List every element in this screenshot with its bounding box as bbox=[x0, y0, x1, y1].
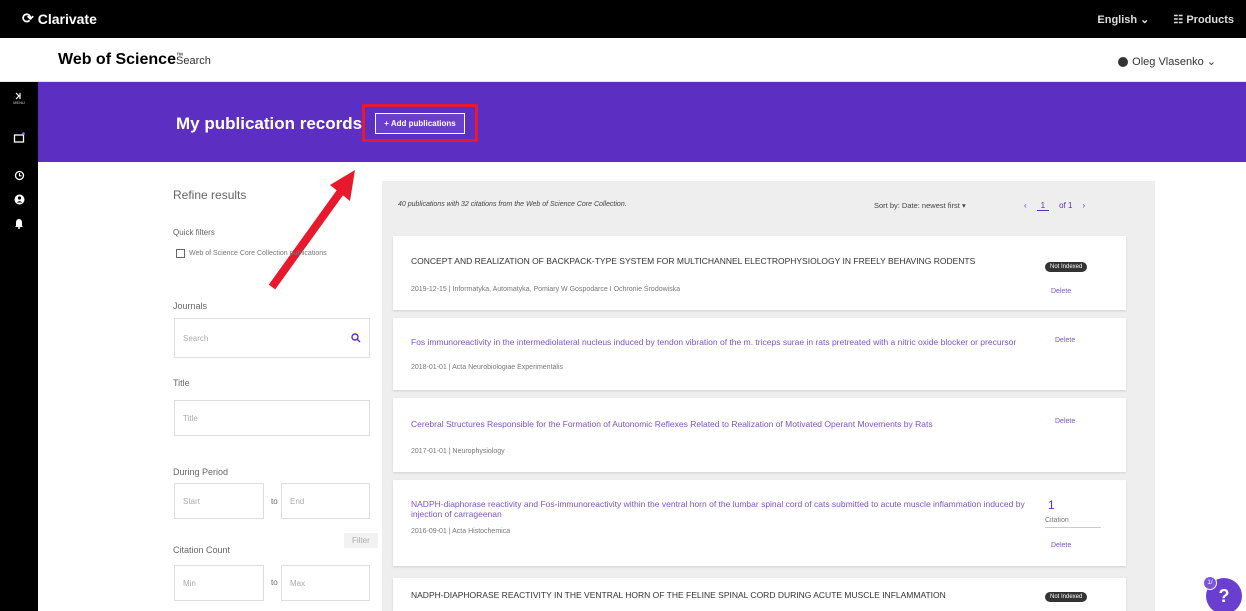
publication-title[interactable]: Fos immunoreactivity in the intermediola… bbox=[411, 337, 1051, 347]
clarivate-logo[interactable]: ⟳ Clarivate bbox=[22, 10, 97, 27]
results-summary: 40 publications with 32 citations from t… bbox=[398, 201, 627, 208]
publication-card: NADPH-diaphorase reactivity and Fos-immu… bbox=[393, 480, 1126, 566]
wos-logo[interactable]: Web of Science™ bbox=[58, 51, 183, 69]
top-bar: ⟳ Clarivate English ⌄ ☷ Products bbox=[0, 0, 1246, 38]
app-header: Web of Science™ Search Oleg Vlasenko ⌄ bbox=[0, 38, 1246, 82]
clarivate-mark-icon: ⟳ bbox=[22, 10, 34, 26]
publication-card: Cerebral Structures Responsible for the … bbox=[393, 398, 1126, 472]
publication-card: CONCEPT AND REALIZATION OF BACKPACK-TYPE… bbox=[393, 236, 1126, 310]
publication-card: Fos immunoreactivity in the intermediola… bbox=[393, 318, 1126, 390]
user-icon bbox=[1118, 56, 1129, 67]
search-icon[interactable] bbox=[351, 333, 361, 343]
citation-count-label: Citation Count bbox=[173, 545, 231, 555]
period-label: During Period bbox=[173, 467, 229, 477]
publication-meta: 2018-01-01 | Acta Neurobiologiae Experim… bbox=[411, 364, 564, 371]
folder-icon bbox=[13, 132, 25, 143]
history-icon bbox=[14, 170, 24, 181]
delete-button[interactable]: Delete bbox=[1055, 337, 1075, 344]
to-label: to bbox=[271, 578, 278, 587]
nav-search-link[interactable]: Search bbox=[176, 55, 211, 67]
menu-toggle-button[interactable]: MENU bbox=[0, 92, 38, 105]
citation-max-input[interactable]: Max bbox=[281, 565, 370, 601]
period-end-input[interactable]: End bbox=[281, 483, 370, 519]
delete-button[interactable]: Delete bbox=[1051, 288, 1071, 295]
citation-label: Citation bbox=[1045, 517, 1101, 528]
journals-search-input[interactable]: Search bbox=[174, 318, 370, 358]
wos-core-filter[interactable]: Web of Science Core Collection publicati… bbox=[176, 249, 327, 258]
delete-button[interactable]: Delete bbox=[1051, 542, 1071, 549]
add-publications-highlight: + Add publications bbox=[362, 104, 478, 142]
citation-count[interactable]: 1 bbox=[1048, 498, 1055, 512]
pagination: ‹ 1 of 1 › bbox=[1024, 201, 1085, 211]
alerts-rail-button[interactable] bbox=[0, 218, 38, 229]
profile-rail-button[interactable] bbox=[0, 194, 38, 205]
quick-filters-label: Quick filters bbox=[173, 228, 215, 237]
citation-min-input[interactable]: Min bbox=[174, 565, 264, 601]
publication-meta: 2017-01-01 | Neurophysiology bbox=[411, 448, 505, 455]
left-rail: MENU bbox=[0, 82, 38, 611]
refine-title: Refine results bbox=[173, 188, 247, 202]
page-input[interactable]: 1 bbox=[1036, 201, 1050, 211]
publications-rail-button[interactable] bbox=[0, 132, 38, 144]
publication-title[interactable]: Cerebral Structures Responsible for the … bbox=[411, 419, 1051, 429]
publication-card: NADPH-DIAPHORASE REACTIVITY IN THE VENTR… bbox=[393, 578, 1126, 611]
prev-page-button[interactable]: ‹ bbox=[1024, 201, 1027, 211]
page-banner: My publication records + Add publication… bbox=[38, 82, 1246, 162]
period-start-input[interactable]: Start bbox=[174, 483, 264, 519]
language-selector[interactable]: English ⌄ bbox=[1097, 13, 1149, 26]
title-label: Title bbox=[173, 378, 190, 388]
publication-title[interactable]: NADPH-DIAPHORASE REACTIVITY IN THE VENTR… bbox=[411, 590, 1051, 600]
publication-title[interactable]: NADPH-diaphorase reactivity and Fos-immu… bbox=[411, 499, 1051, 519]
publication-meta: 2019-12-15 | Informatyka, Automatyka, Po… bbox=[411, 286, 681, 293]
delete-button[interactable]: Delete bbox=[1055, 418, 1075, 425]
brand-name: Clarivate bbox=[37, 10, 97, 27]
to-label: to bbox=[271, 497, 278, 506]
annotation-arrow bbox=[268, 170, 355, 290]
not-indexed-badge: Not Indexed bbox=[1045, 592, 1088, 602]
help-badge: 1/ bbox=[1203, 576, 1217, 590]
user-menu[interactable]: Oleg Vlasenko ⌄ bbox=[1118, 55, 1216, 68]
bell-icon bbox=[15, 219, 23, 229]
publication-meta: 2016-09-01 | Acta Histochemica bbox=[411, 528, 511, 535]
user-name: Oleg Vlasenko ⌄ bbox=[1132, 56, 1216, 68]
next-page-button[interactable]: › bbox=[1082, 201, 1085, 211]
profile-icon bbox=[14, 194, 24, 205]
publication-title[interactable]: CONCEPT AND REALIZATION OF BACKPACK-TYPE… bbox=[411, 256, 1051, 266]
add-publications-button[interactable]: + Add publications bbox=[375, 112, 465, 134]
filter-button[interactable]: Filter bbox=[344, 533, 378, 548]
journals-label: Journals bbox=[173, 301, 208, 311]
not-indexed-badge: Not Indexed bbox=[1045, 262, 1088, 272]
history-rail-button[interactable] bbox=[0, 170, 38, 181]
page-total: of 1 bbox=[1059, 201, 1073, 210]
expand-icon bbox=[15, 92, 21, 100]
checkbox[interactable] bbox=[176, 249, 185, 258]
title-filter-input[interactable]: Title bbox=[174, 400, 370, 436]
page-title: My publication records bbox=[176, 114, 363, 133]
sort-dropdown[interactable]: Sort by: Date: newest first ▾ bbox=[874, 201, 966, 210]
products-menu[interactable]: ☷ Products bbox=[1173, 13, 1234, 26]
